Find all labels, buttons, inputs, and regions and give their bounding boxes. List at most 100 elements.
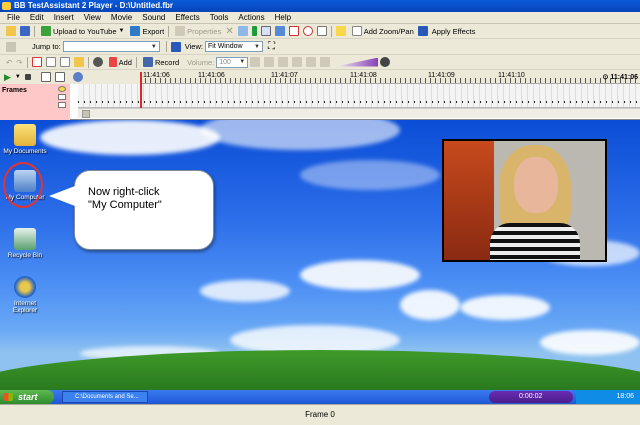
mic-icon[interactable]: [264, 57, 275, 67]
clipboard-icon[interactable]: [237, 26, 248, 36]
menu-file[interactable]: File: [2, 12, 25, 24]
play-icon[interactable]: ▶: [2, 71, 13, 84]
frame-icon[interactable]: [316, 26, 327, 36]
cursor-icon[interactable]: [335, 26, 346, 36]
ellipse-icon[interactable]: [302, 26, 313, 36]
timeline-scrollbar[interactable]: [78, 108, 640, 118]
export-button[interactable]: Export: [126, 25, 166, 38]
link-icon[interactable]: [58, 102, 66, 108]
callout-text-line2: "My Computer": [88, 199, 162, 211]
desktop-icon-label: My Documents: [3, 148, 47, 155]
open-folder-icon[interactable]: [6, 26, 16, 36]
timeline-panel: ▶ ▼ 11:41:06 11:41:06 11:41:07 11:41:08 …: [0, 70, 640, 120]
tick-label: 11:41:08: [350, 72, 377, 79]
playhead[interactable]: [140, 72, 142, 108]
start-label: start: [18, 392, 38, 402]
stop-icon[interactable]: [24, 74, 31, 80]
callout-balloon[interactable]: Now right-click "My Computer": [74, 170, 214, 250]
frame-view-icon[interactable]: [54, 72, 65, 82]
record-label: Record: [154, 57, 180, 67]
task-item-label: C:\Documents and Se...: [75, 394, 139, 400]
volume-knob-icon[interactable]: [380, 57, 391, 67]
menu-insert[interactable]: Insert: [49, 12, 79, 24]
volume-combo[interactable]: 100 ▼: [216, 56, 249, 68]
monitor-icon[interactable]: [417, 26, 428, 36]
properties-button[interactable]: Properties: [171, 25, 223, 38]
edit-toolbar: ↶ ↷ Add Record Volume: 100 ▼: [0, 55, 640, 70]
volume-down-icon[interactable]: [320, 57, 331, 67]
rectangle-icon[interactable]: [288, 26, 299, 36]
scrollbar-thumb[interactable]: [82, 110, 90, 118]
view-combo[interactable]: Fit Window ▼: [204, 41, 263, 52]
record-icon: [142, 57, 153, 67]
chevron-down-icon[interactable]: ▼: [13, 71, 23, 84]
save-icon[interactable]: [20, 26, 30, 36]
clock-icon[interactable]: [72, 72, 83, 82]
add-button[interactable]: Add: [105, 56, 134, 69]
menu-edit[interactable]: Edit: [25, 12, 49, 24]
separator: [87, 56, 89, 68]
timeline-ruler[interactable]: 11:41:06 11:41:06 11:41:07 11:41:08 11:4…: [140, 70, 640, 84]
title-bar: BB TestAssistant 2 Player - D:\Untitled.…: [0, 0, 640, 12]
sound-icon[interactable]: [250, 57, 261, 67]
webcam-overlay[interactable]: [442, 139, 607, 262]
paste-icon[interactable]: [73, 57, 84, 67]
frames-track[interactable]: [78, 84, 640, 108]
desktop-icon-internet-explorer[interactable]: Internet Explorer: [2, 276, 48, 314]
separator: [34, 25, 35, 37]
webcam-person-shirt: [490, 223, 580, 260]
separator: [330, 25, 332, 37]
delete-frame-icon[interactable]: [31, 57, 42, 67]
menu-movie[interactable]: Movie: [106, 12, 137, 24]
delete-icon[interactable]: ✕: [223, 25, 235, 38]
desktop-icon-my-documents[interactable]: My Documents: [2, 124, 48, 155]
media-player-bar[interactable]: 0:00:02: [489, 391, 573, 403]
fade-icon[interactable]: [306, 57, 317, 67]
add-zoom-pan-button[interactable]: Add Zoom/Pan: [348, 25, 416, 38]
end-time: ⊙ 11:41:06: [602, 74, 638, 81]
taskbar-item-explorer[interactable]: C:\Documents and Se...: [62, 391, 148, 403]
copy-icon[interactable]: [59, 57, 70, 67]
marker-icon[interactable]: [251, 26, 257, 36]
jump-to-combo[interactable]: ▼: [62, 41, 160, 52]
redo-icon[interactable]: ↷: [14, 56, 24, 69]
cloud: [400, 290, 460, 320]
menu-effects[interactable]: Effects: [170, 12, 204, 24]
menu-bar: File Edit Insert View Movie Sound Effect…: [0, 12, 640, 24]
apply-effects-label: Apply Effects: [431, 26, 476, 36]
separator: [168, 25, 170, 37]
cut-icon[interactable]: [45, 57, 56, 67]
menu-actions[interactable]: Actions: [233, 12, 269, 24]
undo-icon[interactable]: ↶: [4, 56, 14, 69]
text-icon[interactable]: [260, 26, 271, 36]
view-label: View:: [184, 42, 203, 51]
track-icons: [58, 86, 70, 118]
undo-history-icon[interactable]: [6, 41, 16, 52]
volume-slider[interactable]: [336, 57, 379, 67]
add-icon: [108, 57, 117, 67]
fullscreen-icon[interactable]: ⛶: [266, 40, 277, 53]
apply-effects-button[interactable]: Apply Effects: [430, 25, 478, 38]
screen-icon[interactable]: [170, 41, 181, 52]
menu-sound[interactable]: Sound: [137, 12, 170, 24]
desktop-icon-recycle-bin[interactable]: Recycle Bin: [2, 228, 48, 259]
waveform-icon[interactable]: [292, 57, 303, 67]
cloud: [300, 160, 440, 190]
menu-tools[interactable]: Tools: [205, 12, 234, 24]
menu-help[interactable]: Help: [270, 12, 296, 24]
record-button[interactable]: Record: [139, 56, 181, 69]
settings-icon[interactable]: [92, 57, 103, 67]
loop-icon[interactable]: [40, 72, 51, 82]
menu-view[interactable]: View: [79, 12, 106, 24]
upload-youtube-button[interactable]: Upload to YouTube ▼: [37, 25, 126, 38]
media-time: 0:00:02: [519, 393, 543, 400]
start-button[interactable]: start: [0, 390, 54, 404]
status-bar: Frame 0: [0, 404, 640, 425]
end-time-value: 11:41:06: [610, 74, 638, 81]
sound-settings-icon[interactable]: [278, 57, 289, 67]
lock-icon[interactable]: [58, 86, 66, 92]
window-title: BB TestAssistant 2 Player - D:\Untitled.…: [14, 1, 173, 10]
eye-icon[interactable]: [58, 94, 66, 100]
image-icon[interactable]: [274, 26, 285, 36]
cloud: [40, 120, 220, 155]
